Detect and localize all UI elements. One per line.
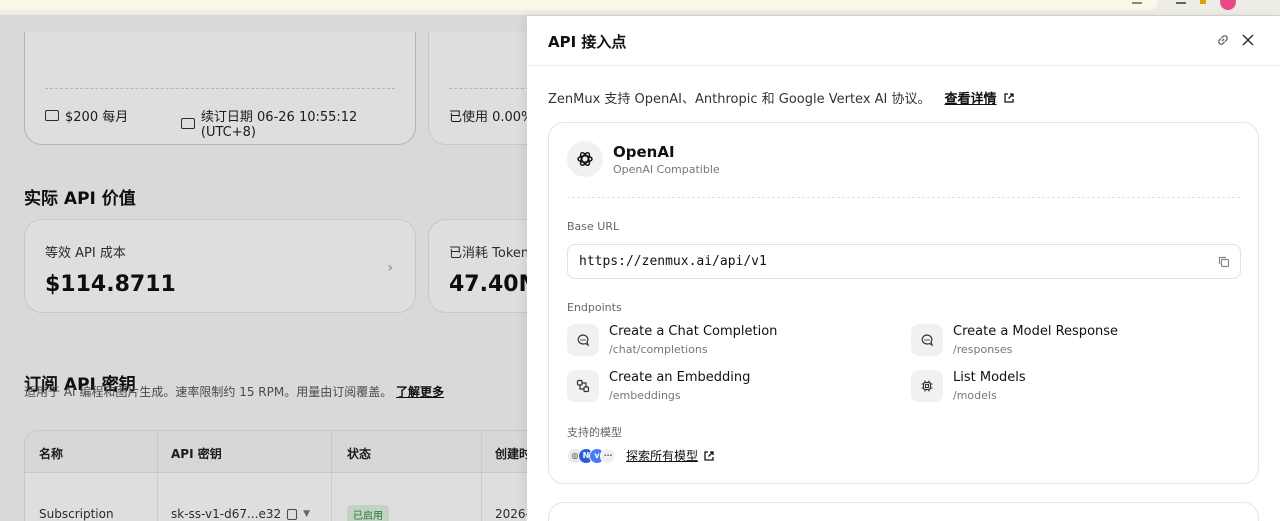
endpoint-title: Create a Model Response: [953, 324, 1119, 339]
provider-card-openai: OpenAI OpenAI Compatible Base URL https:…: [548, 122, 1259, 484]
view-details-label: 查看详情: [944, 92, 997, 107]
endpoint-list-models[interactable]: List Models /models: [911, 370, 1241, 406]
endpoint-chat-completion[interactable]: Create a Chat Completion /chat/completio…: [567, 324, 897, 360]
base-url-value: https://zenmux.ai/api/v1: [579, 254, 767, 269]
embedding-icon: [567, 370, 599, 402]
close-button[interactable]: [1238, 30, 1258, 50]
endpoint-path: /models: [953, 389, 997, 402]
chat-bubble-icon: [567, 324, 599, 356]
supported-models-label: 支持的模型: [567, 426, 622, 439]
provider-subtitle: OpenAI Compatible: [613, 163, 720, 176]
openai-knot-icon: [577, 152, 593, 166]
link-icon: [1218, 35, 1228, 45]
openai-logo-icon: [567, 141, 603, 177]
endpoint-title: Create a Chat Completion: [609, 324, 778, 339]
external-link-icon: [704, 450, 714, 461]
copy-icon[interactable]: [1218, 256, 1230, 268]
api-endpoints-drawer: API 接入点 ZenMux 支持 OpenAI、Anthropic 和 Goo…: [527, 16, 1280, 521]
endpoint-path: /embeddings: [609, 389, 681, 402]
endpoint-model-response[interactable]: Create a Model Response /responses: [911, 324, 1241, 360]
provider-name: OpenAI: [613, 143, 675, 161]
chip-icon: [911, 370, 943, 402]
base-url-field[interactable]: https://zenmux.ai/api/v1: [567, 244, 1241, 279]
view-details-link[interactable]: 查看详情: [945, 88, 997, 107]
browser-toolbar: [0, 0, 1280, 16]
endpoint-path: /chat/completions: [609, 343, 708, 356]
supported-models-row: ◎ N v ⋯ 探索所有模型: [567, 447, 715, 464]
more-models-icon: ⋯: [600, 447, 616, 464]
explore-models-label: 探索所有模型: [626, 449, 699, 463]
endpoint-title: List Models: [953, 370, 1026, 385]
drawer-header: API 接入点: [527, 16, 1280, 66]
base-url-label: Base URL: [567, 220, 620, 233]
drawer-intro: ZenMux 支持 OpenAI、Anthropic 和 Google Vert…: [548, 88, 1015, 107]
address-bar[interactable]: [0, 0, 1158, 10]
intro-text: ZenMux 支持 OpenAI、Anthropic 和 Google Vert…: [548, 92, 931, 107]
endpoints-label: Endpoints: [567, 301, 622, 314]
endpoint-embedding[interactable]: Create an Embedding /embeddings: [567, 370, 897, 406]
endpoint-title: Create an Embedding: [609, 370, 751, 385]
browser-pin-icon[interactable]: [1200, 0, 1206, 4]
provider-card-next: [548, 502, 1259, 521]
drawer-title: API 接入点: [548, 33, 627, 51]
chat-bubble-icon: [911, 324, 943, 356]
close-icon: [1242, 34, 1254, 46]
external-link-icon: [1003, 92, 1014, 103]
browser-menu-icon[interactable]: [1176, 0, 1186, 4]
provider-divider: [567, 197, 1240, 198]
browser-extension-icon[interactable]: [1132, 0, 1142, 4]
copy-link-button[interactable]: [1213, 30, 1233, 50]
profile-avatar[interactable]: [1220, 0, 1236, 10]
endpoint-path: /responses: [953, 343, 1013, 356]
explore-models-link[interactable]: 探索所有模型: [626, 447, 715, 464]
